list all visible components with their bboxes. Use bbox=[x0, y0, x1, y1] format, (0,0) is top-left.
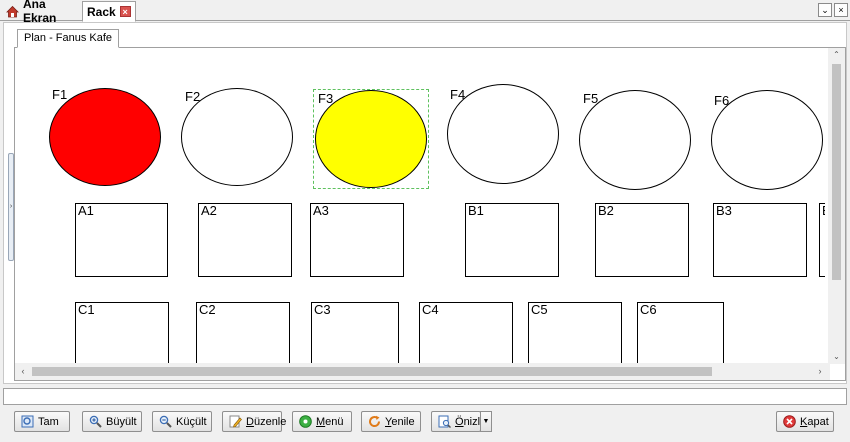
square-table-partial[interactable]: B bbox=[819, 203, 825, 277]
tab-rack[interactable]: Rack × bbox=[82, 1, 136, 22]
square-table-c4[interactable]: C4 bbox=[419, 302, 513, 364]
square-table-c5[interactable]: C5 bbox=[528, 302, 622, 364]
main-content: Plan - Fanus Kafe › F1 F2 F3 F4 F5 F6 A1… bbox=[3, 22, 847, 384]
table-label: C2 bbox=[199, 302, 216, 317]
edit-icon bbox=[229, 415, 242, 428]
close-circle-icon bbox=[783, 415, 796, 428]
plan-canvas: F1 F2 F3 F4 F5 F6 A1 A2 A3 B1 B2 B3 C1 C… bbox=[15, 48, 825, 364]
duzenle-label: Düzenle bbox=[246, 415, 287, 428]
square-table-b3[interactable]: B3 bbox=[713, 203, 807, 277]
scroll-left-icon[interactable]: ‹ bbox=[16, 363, 30, 380]
tab-rack-label: Rack bbox=[87, 4, 116, 19]
kucult-label: Küçült bbox=[176, 415, 207, 428]
table-label: A1 bbox=[78, 203, 94, 218]
table-shape bbox=[49, 88, 161, 186]
table-label: B3 bbox=[716, 203, 732, 218]
square-table-a3[interactable]: A3 bbox=[310, 203, 404, 277]
table-label: C4 bbox=[422, 302, 439, 317]
tab-ana-ekran[interactable]: Ana Ekran bbox=[2, 0, 82, 25]
home-icon bbox=[6, 5, 19, 18]
table-label: A2 bbox=[201, 203, 217, 218]
close-icon[interactable]: × bbox=[119, 6, 131, 17]
square-table-b2[interactable]: B2 bbox=[595, 203, 689, 277]
table-plan-area: F1 F2 F3 F4 F5 F6 A1 A2 A3 B1 B2 B3 C1 C… bbox=[14, 47, 846, 381]
menu-button[interactable]: Menü bbox=[292, 411, 352, 432]
buyult-button[interactable]: Büyült bbox=[82, 411, 142, 432]
kapat-button[interactable]: Kapat bbox=[776, 411, 834, 432]
menu-icon bbox=[299, 415, 312, 428]
zoom-in-icon bbox=[89, 415, 102, 428]
yenile-label: Yenile bbox=[385, 415, 415, 428]
document-tab-bar: Ana Ekran Rack × ⌄ × bbox=[0, 0, 850, 25]
table-label: C5 bbox=[531, 302, 548, 317]
zoom-fit-icon bbox=[21, 415, 34, 428]
table-label: B2 bbox=[598, 203, 614, 218]
preview-icon bbox=[438, 415, 452, 429]
zoom-out-icon bbox=[159, 415, 172, 428]
square-table-c2[interactable]: C2 bbox=[196, 302, 290, 364]
vertical-scrollbar[interactable]: ⌃ ⌄ bbox=[828, 48, 845, 364]
chevron-down-icon[interactable]: ⌄ bbox=[818, 3, 832, 17]
table-label: C1 bbox=[78, 302, 95, 317]
tam-label: Tam bbox=[38, 415, 59, 428]
table-label: C6 bbox=[640, 302, 657, 317]
kapat-label: Kapat bbox=[800, 415, 829, 428]
table-label: F3 bbox=[318, 91, 334, 106]
status-bar bbox=[3, 388, 847, 405]
horizontal-scroll-thumb[interactable] bbox=[32, 367, 712, 376]
table-label: F6 bbox=[714, 93, 730, 108]
tam-button[interactable]: Tam bbox=[14, 411, 70, 432]
scroll-right-icon[interactable]: › bbox=[813, 363, 827, 380]
duzenle-button[interactable]: Düzenle bbox=[222, 411, 286, 432]
square-table-c1[interactable]: C1 bbox=[75, 302, 169, 364]
table-label: B1 bbox=[468, 203, 484, 218]
table-label: F5 bbox=[583, 91, 599, 106]
table-label: F4 bbox=[450, 87, 466, 102]
scroll-down-icon[interactable]: ⌄ bbox=[828, 350, 845, 364]
onizle-button[interactable]: Önizle bbox=[431, 411, 486, 432]
onizle-dropdown-button[interactable]: ▼ bbox=[480, 411, 492, 432]
table-label: F1 bbox=[52, 87, 68, 102]
menu-label: Menü bbox=[316, 415, 344, 428]
tab-plan-fanus-kafe[interactable]: Plan - Fanus Kafe bbox=[17, 29, 120, 48]
vertical-scroll-thumb[interactable] bbox=[832, 64, 841, 280]
table-label: F2 bbox=[185, 89, 201, 104]
yenile-button[interactable]: Yenile bbox=[361, 411, 421, 432]
refresh-icon bbox=[368, 415, 381, 428]
horizontal-scrollbar[interactable]: ‹ › bbox=[15, 363, 830, 380]
square-table-c3[interactable]: C3 bbox=[311, 302, 399, 364]
buyult-label: Büyült bbox=[106, 415, 137, 428]
square-table-a2[interactable]: A2 bbox=[198, 203, 292, 277]
square-table-a1[interactable]: A1 bbox=[75, 203, 168, 277]
window-close-button[interactable]: × bbox=[834, 3, 848, 17]
table-label: A3 bbox=[313, 203, 329, 218]
kucult-button[interactable]: Küçült bbox=[152, 411, 212, 432]
table-label: C3 bbox=[314, 302, 331, 317]
square-table-c6[interactable]: C6 bbox=[637, 302, 724, 364]
square-table-b1[interactable]: B1 bbox=[465, 203, 559, 277]
table-label: B bbox=[822, 204, 825, 217]
scroll-up-icon[interactable]: ⌃ bbox=[828, 48, 845, 62]
